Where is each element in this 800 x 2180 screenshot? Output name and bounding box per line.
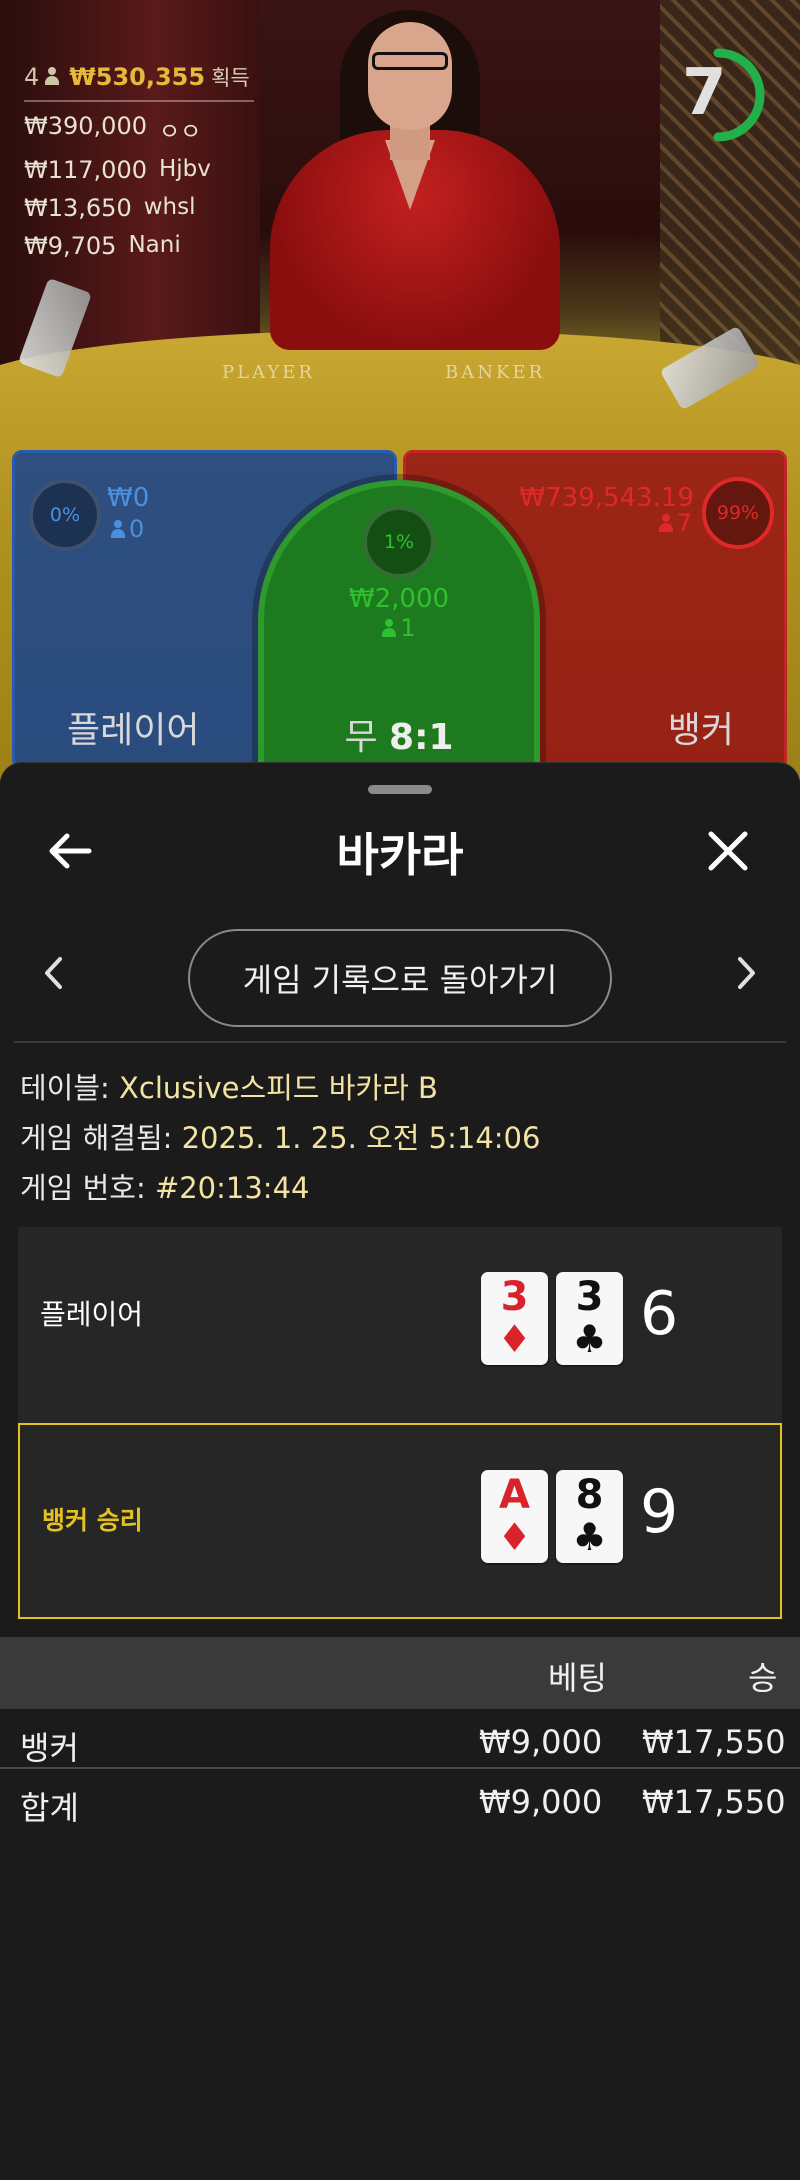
winner-name: Nani <box>128 232 181 258</box>
winner-amount: ₩117,000 <box>24 156 147 184</box>
win-column-header: 승 <box>748 1659 778 1697</box>
resolved-label: 게임 해결됨: <box>20 1121 173 1155</box>
player-score: 6 <box>640 1279 679 1349</box>
banker-zone-label: 뱅커 <box>667 710 734 751</box>
diamond-suit-icon: ♦ <box>497 1515 532 1559</box>
tie-pct: 1% <box>383 531 415 553</box>
chevron-left-icon <box>45 957 62 989</box>
won-label: 획득 <box>211 66 250 90</box>
win-amount: ₩17,550 <box>642 1783 786 1821</box>
banker-count: 7 <box>658 509 692 537</box>
live-video-area: PLAYER BANKER 4 ₩530,355 획득 ₩390,000 ㅇㅇ … <box>0 0 800 780</box>
bet-amount: ₩9,000 <box>479 1783 603 1821</box>
banker-score: 9 <box>640 1477 679 1547</box>
dealer <box>250 0 580 350</box>
back-to-history-button[interactable]: 게임 기록으로 돌아가기 <box>188 929 612 1027</box>
leaderboard-row: ₩9,705 Nani <box>24 232 254 260</box>
win-amount: ₩17,550 <box>642 1723 786 1761</box>
playing-card: 3 ♣ <box>556 1272 623 1365</box>
winner-amount: ₩13,650 <box>24 194 132 222</box>
tie-zone-label: 무 8:1 <box>344 717 454 758</box>
club-suit-icon: ♣ <box>572 1515 607 1559</box>
player-bet-amount: ₩0 <box>107 483 150 513</box>
banker-result-row: 뱅커 승리 A ♦ 8 ♣ 9 <box>18 1423 782 1619</box>
divider <box>14 1041 786 1043</box>
player-result-label: 플레이어 <box>40 1298 144 1331</box>
person-icon <box>382 619 397 637</box>
bets-table-header: 베팅 승 <box>0 1637 800 1709</box>
banker-pct: 99% <box>716 502 760 524</box>
next-game-button[interactable] <box>726 948 766 998</box>
winner-name: Hjbv <box>158 156 211 182</box>
game-number-label: 게임 번호: <box>20 1171 146 1205</box>
winner-count: 4 <box>24 63 40 91</box>
table-row: 뱅커 ₩9,000 ₩17,550 <box>0 1715 800 1775</box>
person-icon <box>45 67 60 85</box>
table-label: 테이블: <box>20 1071 110 1105</box>
leaderboard-row: ₩390,000 ㅇㅇ <box>24 112 254 146</box>
winner-amount: ₩390,000 <box>24 112 147 140</box>
winner-name: ㅇㅇ <box>158 119 202 145</box>
diamond-suit-icon: ♦ <box>497 1317 532 1361</box>
resolved-info: 게임 해결됨: 2025. 1. 25. 오전 5:14:06 <box>20 1115 540 1157</box>
leaderboard-row: ₩117,000 Hjbv <box>24 156 254 184</box>
close-icon <box>708 831 748 871</box>
player-pct: 0% <box>49 504 81 526</box>
prev-game-button[interactable] <box>34 948 74 998</box>
felt-banker-label: BANKER <box>445 362 546 383</box>
sheet-drag-handle[interactable] <box>368 785 432 794</box>
tie-bet-zone[interactable]: 1% ₩2,000 1 무 8:1 <box>258 480 540 780</box>
bet-amount: ₩9,000 <box>479 1723 603 1761</box>
bet-total-label: 합계 <box>20 1789 79 1827</box>
playing-card: A ♦ <box>481 1470 548 1563</box>
felt-player-label: PLAYER <box>222 362 315 383</box>
total-won-amount: ₩530,355 <box>69 63 206 91</box>
winner-amount: ₩9,705 <box>24 232 117 260</box>
tie-count: 1 <box>264 614 534 642</box>
table-row: 합계 ₩9,000 ₩17,550 <box>0 1775 800 1835</box>
banker-pct-ring: 99% <box>702 477 774 549</box>
tie-pct-ring: 1% <box>363 506 435 578</box>
resolved-value: 2025. 1. 25. 오전 5:14:06 <box>181 1121 541 1155</box>
winner-name: whsl <box>143 194 196 220</box>
divider <box>0 1767 800 1769</box>
player-pct-ring: 0% <box>29 479 101 551</box>
table-info: 테이블: Xclusive스피드 바카라 B <box>20 1065 438 1107</box>
club-suit-icon: ♣ <box>572 1317 607 1361</box>
playing-card: 8 ♣ <box>556 1470 623 1563</box>
chevron-right-icon <box>738 957 755 989</box>
bet-column-header: 베팅 <box>548 1659 607 1697</box>
tie-bet-amount: ₩2,000 <box>348 584 450 614</box>
close-button[interactable] <box>700 823 756 879</box>
table-value: Xclusive스피드 바카라 B <box>119 1071 438 1105</box>
player-result-row: 플레이어 3 ♦ 3 ♣ 6 <box>18 1227 782 1423</box>
leaderboard-header: 4 ₩530,355 획득 <box>24 62 254 102</box>
person-icon <box>658 514 673 532</box>
player-zone-label: 플레이어 <box>67 710 200 751</box>
game-number-value: #20:13:44 <box>154 1171 310 1205</box>
person-icon <box>111 520 125 538</box>
timer-value: 7 <box>682 56 727 130</box>
banker-win-label: 뱅커 승리 <box>42 1506 143 1535</box>
betting-countdown-timer: 7 <box>668 30 768 160</box>
leaderboard-row: ₩13,650 whsl <box>24 194 254 222</box>
winners-leaderboard: 4 ₩530,355 획득 ₩390,000 ㅇㅇ ₩117,000 Hjbv … <box>24 62 254 260</box>
bet-name: 뱅커 <box>20 1729 79 1767</box>
player-count: 0 <box>111 515 144 543</box>
playing-card: 3 ♦ <box>481 1272 548 1365</box>
game-history-sheet: 바카라 게임 기록으로 돌아가기 테이블: Xclusive스피드 바카라 B … <box>0 762 800 2180</box>
game-number-info: 게임 번호: #20:13:44 <box>20 1165 309 1207</box>
sheet-title: 바카라 <box>336 828 464 882</box>
